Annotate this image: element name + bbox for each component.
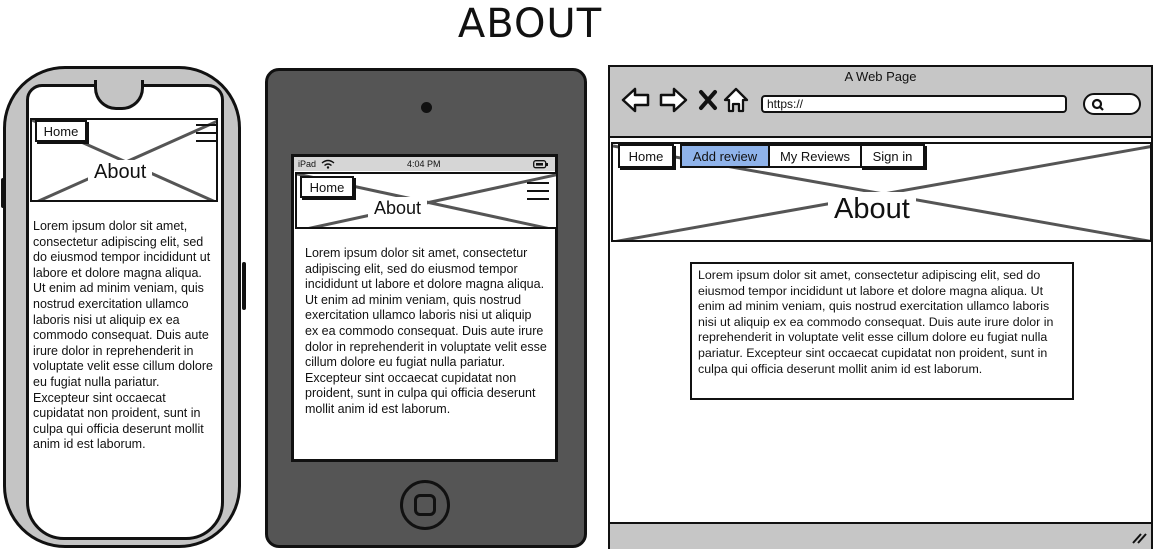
tablet-status-bar: iPad 4:04 PM — [294, 157, 555, 171]
nav-home-button[interactable]: Home — [618, 144, 674, 168]
tablet-home-button-icon[interactable] — [400, 480, 450, 530]
browser-search-field[interactable] — [1083, 93, 1141, 115]
resize-grip-icon[interactable] — [1131, 532, 1147, 544]
wifi-icon — [321, 159, 335, 169]
phone-header-title: About — [88, 160, 153, 184]
hamburger-menu-icon[interactable] — [196, 124, 216, 148]
tablet-header-title: About — [368, 197, 428, 219]
nav-add-review-button[interactable]: Add review — [680, 144, 770, 168]
nav-sign-in-button[interactable]: Sign in — [860, 144, 925, 168]
search-icon — [1091, 98, 1104, 111]
phone-home-button[interactable]: Home — [35, 120, 87, 142]
phone-body-text: Lorem ipsum dolor sit amet, consectetur … — [33, 219, 213, 452]
nav-my-reviews-button[interactable]: My Reviews — [768, 144, 862, 168]
hamburger-menu-icon[interactable] — [527, 182, 549, 206]
close-icon[interactable] — [698, 89, 718, 111]
browser-header-title: About — [828, 192, 916, 226]
status-time: 4:04 PM — [407, 159, 441, 169]
back-arrow-icon[interactable] — [621, 86, 651, 114]
browser-window-title: A Web Page — [844, 69, 917, 84]
home-icon[interactable] — [722, 86, 750, 114]
status-device-label: iPad — [298, 159, 317, 169]
browser-content-box: Lorem ipsum dolor sit amet, consectetur … — [690, 262, 1074, 400]
forward-arrow-icon[interactable] — [658, 86, 688, 114]
tablet-home-button[interactable]: Home — [300, 176, 354, 198]
battery-icon — [533, 160, 548, 169]
browser-status-bar — [610, 522, 1151, 549]
tablet-camera — [421, 102, 432, 113]
browser-body-text: Lorem ipsum dolor sit amet, consectetur … — [698, 268, 1054, 376]
phone-power-button — [242, 262, 246, 310]
page-title: ABOUT — [457, 1, 603, 47]
url-input[interactable]: https:// — [761, 95, 1067, 113]
tablet-body-text: Lorem ipsum dolor sit amet, consectetur … — [305, 246, 547, 416]
